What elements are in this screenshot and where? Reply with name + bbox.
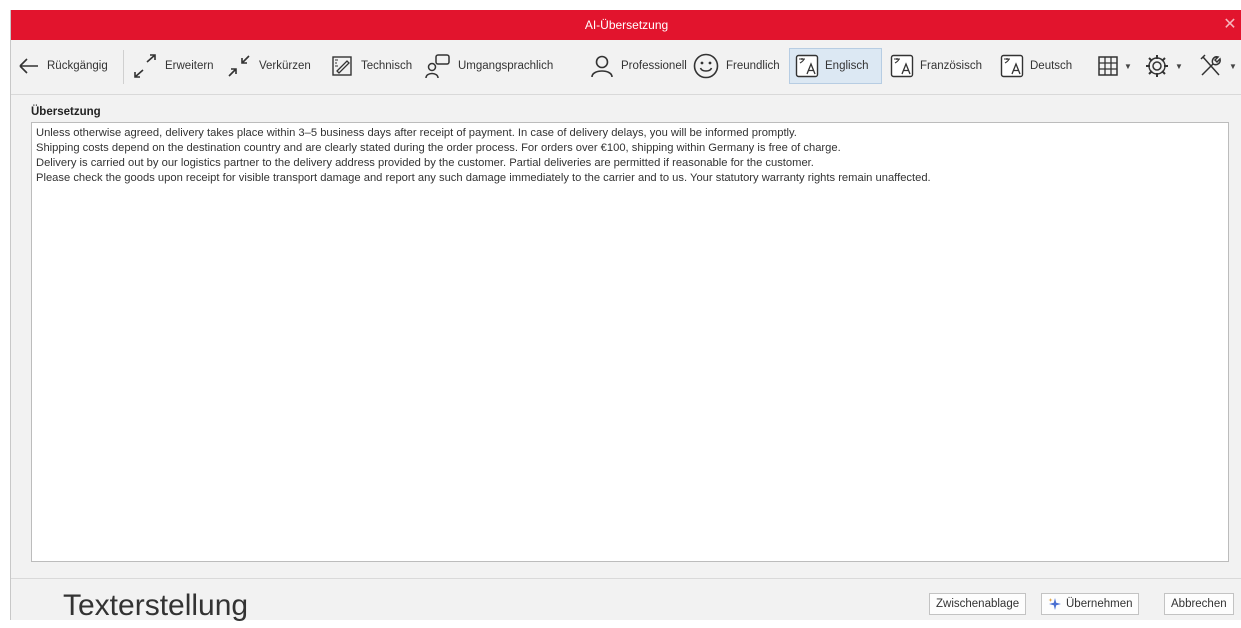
shorten-button[interactable]: Verkürzen — [225, 48, 311, 84]
apply-label: Übernehmen — [1066, 598, 1133, 610]
toolbar: Rückgängig Erweitern Verkürzen Technisch… — [11, 40, 1241, 95]
expand-icon — [134, 54, 156, 78]
chevron-down-icon: ▼ — [1124, 61, 1132, 71]
undo-button[interactable]: Rückgängig — [17, 48, 108, 84]
professional-button[interactable]: Professionell — [589, 48, 687, 84]
footer-divider — [11, 578, 1241, 579]
clipboard-button[interactable]: Zwischenablage — [929, 593, 1027, 615]
gear-icon — [1146, 55, 1168, 77]
translate-icon — [1000, 54, 1024, 78]
english-button[interactable]: Englisch — [789, 48, 882, 84]
translation-textarea[interactable]: Unless otherwise agreed, delivery takes … — [31, 122, 1229, 562]
footer-caption: Texterstellung — [63, 589, 249, 622]
undo-label: Rückgängig — [47, 60, 108, 72]
window-title: AI-Übersetzung — [584, 18, 669, 32]
smiley-icon — [693, 53, 719, 79]
speech-bubble-person-icon — [425, 54, 450, 79]
professional-label: Professionell — [621, 60, 687, 72]
friendly-label: Freundlich — [726, 60, 780, 72]
text-line: Please check the goods upon receipt for … — [36, 172, 931, 184]
apply-button[interactable]: Übernehmen — [1041, 593, 1140, 615]
german-label: Deutsch — [1030, 60, 1073, 72]
translation-dialog: AI-Übersetzung ✕ Rückgängig Erweitern Ve… — [10, 10, 1241, 622]
table-grid-icon — [1098, 56, 1118, 76]
colloquial-label: Umgangsprachlich — [458, 60, 554, 72]
section-title: Übersetzung — [31, 106, 101, 118]
tools-dropdown[interactable]: ▼ — [1198, 48, 1237, 84]
technical-label: Technisch — [361, 60, 413, 72]
person-icon — [591, 55, 613, 78]
toolbar-separator — [123, 50, 124, 84]
title-bar: AI-Übersetzung ✕ — [11, 10, 1241, 40]
text-line: Shipping costs depend on the destination… — [36, 142, 841, 154]
undo-arrow-icon — [19, 58, 38, 74]
translate-icon — [795, 54, 819, 78]
chevron-down-icon: ▼ — [1175, 61, 1183, 71]
shorten-label: Verkürzen — [259, 60, 311, 72]
table-dropdown[interactable]: ▼ — [1097, 48, 1132, 84]
french-button[interactable]: Französisch — [890, 48, 982, 84]
tools-icon — [1200, 54, 1221, 76]
cancel-button[interactable]: Abbrechen — [1164, 593, 1234, 615]
english-label: Englisch — [825, 60, 869, 72]
colloquial-button[interactable]: Umgangsprachlich — [424, 48, 553, 84]
settings-dropdown[interactable]: ▼ — [1144, 48, 1183, 84]
pencil-ruler-icon — [332, 56, 352, 76]
text-line: Delivery is carried out by our logistics… — [36, 157, 814, 169]
sparkle-icon — [1048, 598, 1061, 610]
expand-button[interactable]: Erweitern — [131, 48, 214, 84]
german-button[interactable]: Deutsch — [1000, 48, 1072, 84]
french-label: Französisch — [920, 60, 982, 72]
close-button[interactable]: ✕ — [1218, 10, 1241, 40]
shrink-icon — [228, 55, 250, 77]
translate-icon — [890, 54, 914, 78]
technical-button[interactable]: Technisch — [331, 48, 412, 84]
text-line: Unless otherwise agreed, delivery takes … — [36, 127, 797, 139]
friendly-button[interactable]: Freundlich — [692, 48, 780, 84]
chevron-down-icon: ▼ — [1229, 61, 1237, 71]
expand-label: Erweitern — [165, 60, 214, 72]
